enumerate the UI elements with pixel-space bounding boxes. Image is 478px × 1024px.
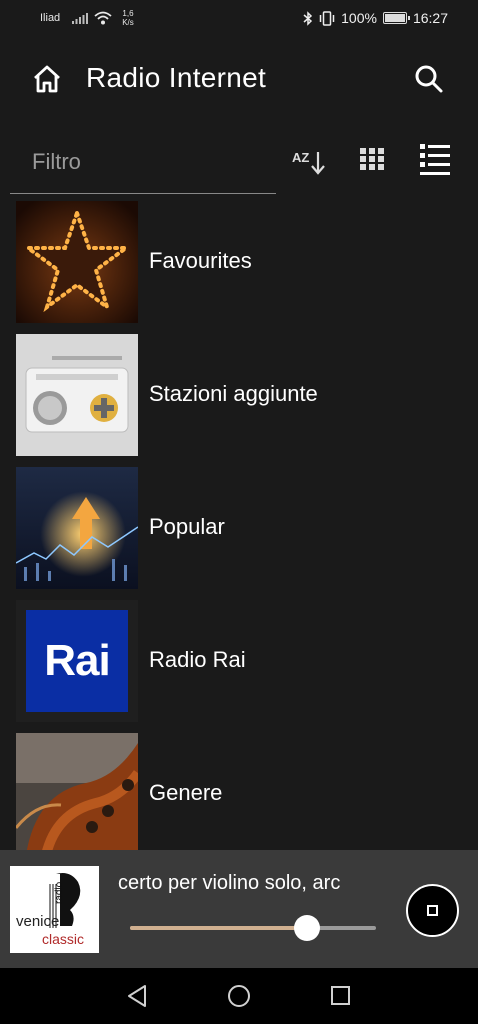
recents-icon[interactable] [331, 986, 350, 1005]
home-nav-icon[interactable] [228, 985, 250, 1007]
battery-percent: 100% [341, 10, 377, 26]
list-item-label: Radio Rai [149, 647, 246, 672]
radio-plus-image [16, 334, 138, 456]
list-item-genere[interactable]: Genere [0, 730, 478, 860]
list-item-label: Genere [149, 780, 223, 805]
rai-logo-text: Rai [44, 636, 110, 685]
filter-input[interactable] [10, 130, 276, 194]
volume-thumb[interactable] [294, 915, 321, 941]
network-speed: 1,6 K/s [122, 9, 134, 27]
volume-fill [130, 926, 308, 930]
trend-arrow-image [16, 467, 138, 589]
rai-logo-image: Rai [16, 600, 138, 722]
list-item-favourites[interactable]: Favourites [0, 198, 478, 328]
wifi-icon [94, 11, 112, 25]
back-icon[interactable] [126, 984, 148, 1008]
carrier-label: Iliad [40, 12, 61, 24]
station-logo-venice: venice [16, 913, 59, 930]
mini-player[interactable]: radio venice classic certo per violino s… [0, 850, 478, 968]
bluetooth-icon [303, 10, 313, 26]
status-left: Iliad 1,6 K/s [40, 9, 134, 27]
sort-az-icon[interactable]: AZ [292, 148, 326, 176]
speed-unit: K/s [122, 18, 134, 27]
list-item-stazioni-aggiunte[interactable]: Stazioni aggiunte [0, 331, 478, 461]
list-item-label: Popular [149, 514, 225, 539]
status-right: 100% 16:27 [303, 10, 448, 26]
list-item-radio-rai[interactable]: Rai Radio Rai [0, 597, 478, 727]
station-logo-radio: radio [54, 881, 65, 904]
station-logo[interactable]: radio venice classic [10, 866, 99, 953]
home-icon[interactable] [32, 65, 62, 93]
stop-button[interactable] [406, 884, 459, 937]
volume-slider[interactable] [130, 915, 376, 941]
violin-image [16, 733, 138, 855]
signal-icon [72, 13, 89, 24]
speed-value: 1,6 [122, 9, 134, 18]
clock: 16:27 [412, 10, 448, 26]
list-view-icon[interactable] [420, 144, 450, 176]
page-title: Radio Internet [86, 62, 267, 93]
battery-icon [382, 12, 410, 24]
filter-row: AZ [0, 130, 478, 196]
grid-view-icon[interactable] [360, 148, 384, 170]
station-logo-classic: classic [42, 931, 84, 947]
star-lights-image [16, 201, 138, 323]
now-playing-title: certo per violino solo, arc [118, 872, 341, 894]
vibrate-icon [319, 10, 335, 26]
list-item-popular[interactable]: Popular [0, 464, 478, 594]
list-item-label: Favourites [149, 248, 252, 273]
search-icon[interactable] [414, 64, 444, 94]
sort-az-label: AZ [292, 150, 309, 165]
status-bar: Iliad 1,6 K/s 100% 16:27 [0, 0, 478, 36]
system-nav-bar [0, 968, 478, 1024]
app-bar: Radio Internet [0, 44, 478, 114]
list-item-label: Stazioni aggiunte [149, 381, 318, 406]
